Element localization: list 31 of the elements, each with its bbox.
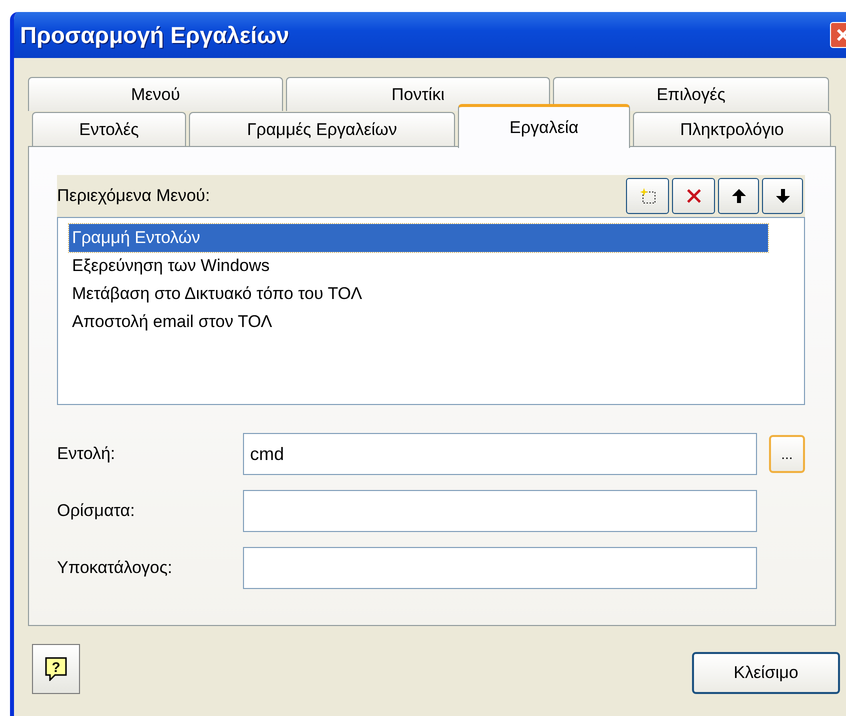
delete-button[interactable] [672, 178, 715, 214]
up-arrow-icon [730, 187, 748, 205]
move-up-button[interactable] [718, 178, 759, 214]
help-button[interactable]: ? [32, 644, 80, 694]
input-field[interactable] [243, 547, 757, 589]
field-label: Ορίσματα: [57, 501, 136, 521]
move-down-button[interactable] [762, 178, 803, 214]
field-label: Εντολή: [57, 444, 116, 464]
tab[interactable]: Μενού [28, 77, 283, 111]
list-item[interactable]: Εξερεύνηση των Windows [69, 252, 768, 280]
list-item[interactable]: Μετάβαση στο Δικτυακό τόπο του ΤΟΛ [69, 280, 768, 308]
cross-icon [684, 187, 702, 205]
field-label: Υποκατάλογος: [57, 558, 174, 578]
list-header-label: Περιεχόμενα Μενού: [57, 186, 210, 206]
list-item[interactable]: Γραμμή Εντολών [69, 224, 768, 252]
down-arrow-icon [774, 187, 792, 205]
list-item[interactable]: Αποστολή email στον ΤΟΛ [69, 308, 768, 336]
tab[interactable]: Ποντίκι [286, 77, 550, 111]
browse-button[interactable]: ... [769, 435, 805, 473]
dotted-square-icon [638, 187, 656, 205]
window-title: Προσαρμογή Εργαλείων [20, 22, 290, 48]
input-field[interactable] [243, 490, 757, 532]
help-icon: ? [45, 657, 67, 681]
tab[interactable]: Εντολές [32, 112, 186, 146]
tab[interactable]: Επιλογές [553, 77, 829, 111]
input-field[interactable]: cmd [243, 433, 757, 475]
new-item-button[interactable] [626, 178, 669, 214]
tab[interactable]: Εργαλεία [458, 104, 630, 148]
tab[interactable]: Πληκτρολόγιο [633, 112, 831, 146]
tab[interactable]: Γραμμές Εργαλείων [189, 112, 455, 146]
close-dialog-button[interactable]: Κλείσιμο [692, 652, 840, 694]
